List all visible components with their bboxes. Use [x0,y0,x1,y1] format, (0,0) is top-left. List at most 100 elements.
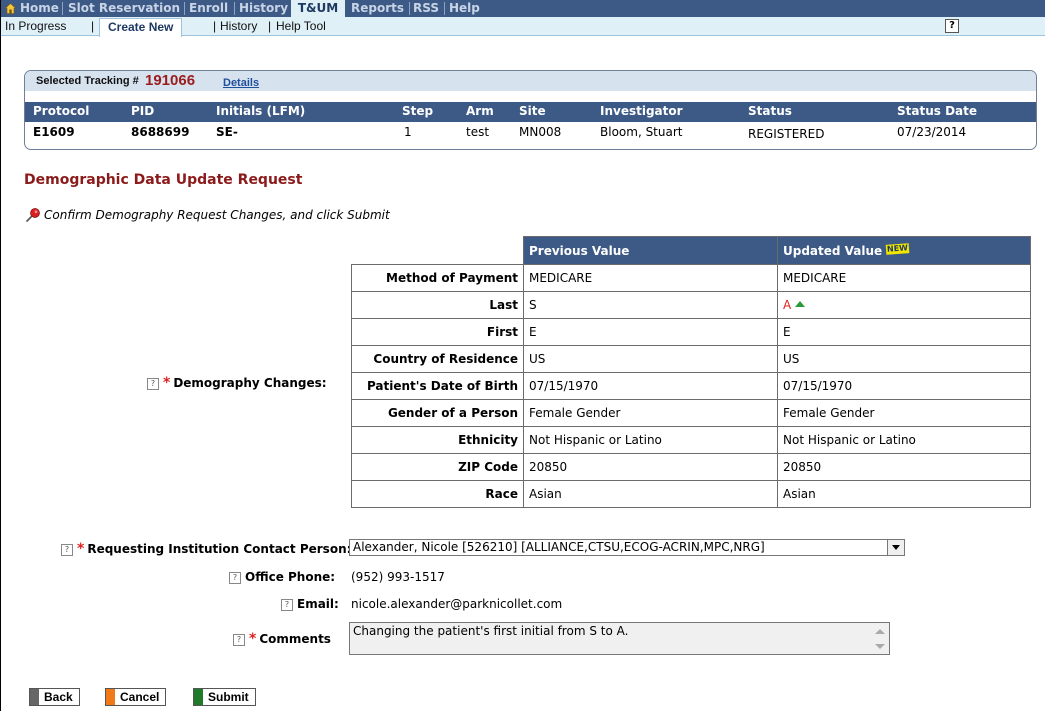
col-site: Site [519,104,546,118]
col-status-date: Status Date [897,104,978,118]
row-previous-value: Not Hispanic or Latino [523,426,778,454]
cancel-button[interactable]: Cancel [105,688,167,706]
subtab-separator: | [268,19,272,33]
sub-nav: In Progress | Create New | History | Hel… [1,17,1045,37]
details-link[interactable]: Details [223,77,259,89]
demography-label: ? * Demography Changes: [147,375,327,391]
value-arm: test [466,125,490,139]
updated-value-text: E [783,325,791,339]
value-site: MN008 [519,125,562,139]
tracking-panel: Selected Tracking # 191066 Details Proto… [24,70,1037,150]
top-nav: Home Slot Reservation Enroll History T&U… [1,0,1045,17]
comments-textarea[interactable]: Changing the patient's first initial fro… [349,622,890,655]
back-button-stripe [30,689,39,705]
required-star: * [249,631,257,647]
tab-history[interactable]: History [239,0,288,17]
value-pid: 8688699 [131,125,190,139]
updated-value-text: MEDICARE [783,271,847,285]
tracking-number: 191066 [145,72,196,89]
table-row: First E E [351,318,1031,346]
value-protocol: E1609 [33,125,75,139]
row-updated-value: Female Gender [777,399,1031,427]
tracking-label: Selected Tracking # [36,75,139,87]
col-protocol: Protocol [33,104,90,118]
table-corner [351,236,524,265]
tab-rss[interactable]: RSS [413,0,439,17]
subtab-separator: | [213,19,217,33]
chevron-down-icon[interactable] [887,540,904,555]
col-updated-value: Updated Value NEW [777,236,1031,265]
cancel-button-stripe [106,689,115,705]
office-phone-value: (952) 993-1517 [351,570,445,584]
comments-label: ? * Comments [233,631,331,647]
scroll-up-icon[interactable] [875,629,885,634]
row-previous-value: 20850 [523,453,778,481]
help-question-icon[interactable]: ? [233,634,245,646]
table-row: Patient's Date of Birth 07/15/1970 07/15/1… [351,372,1031,400]
submit-button[interactable]: Submit [193,688,256,706]
new-badge-icon: NEW [886,242,910,255]
subtab-history[interactable]: History [220,19,257,33]
tab-separator [444,2,445,15]
updated-value-text: Female Gender [783,406,875,420]
help-question-icon[interactable]: ? [229,572,241,584]
col-investigator: Investigator [600,104,683,118]
contact-label: ? * Requesting Institution Contact Person: [61,541,351,557]
tab-separator [184,2,185,15]
tracking-header: Selected Tracking # 191066 Details [25,71,1036,91]
table-row: Method of Payment MEDICARE MEDICARE [351,264,1031,292]
contact-person-select[interactable]: Alexander, Nicole [526210] [ALLIANCE,CTS… [349,539,905,556]
demography-table: Previous Value Updated Value NEW Method … [351,236,1031,508]
updated-value-text: A [783,298,792,312]
tab-reports[interactable]: Reports [351,0,404,17]
submit-button-stripe [194,689,203,705]
help-question-icon[interactable]: ? [147,378,159,390]
table-row: Race Asian Asian [351,480,1031,508]
subtab-create-new[interactable]: Create New [99,18,183,37]
instruction-text: Confirm Demography Request Changes, and … [44,208,390,222]
col-status: Status [748,104,792,118]
back-button[interactable]: Back [29,688,80,706]
value-initials: SE- [216,125,238,139]
table-row: Last S A [351,291,1031,319]
row-previous-value: E [523,318,778,346]
tab-tum[interactable]: T&UM [291,0,345,17]
row-field-label: Method of Payment [351,264,524,292]
home-icon[interactable] [5,3,16,14]
help-question-icon[interactable]: ? [61,544,73,556]
table-row: Country of Residence US US [351,345,1031,373]
row-field-label: Patient's Date of Birth [351,372,524,400]
scroll-down-icon[interactable] [875,644,885,649]
help-icon[interactable]: ? [945,19,959,33]
row-field-label: Gender of a Person [351,399,524,427]
value-step: 1 [404,125,412,139]
row-previous-value: Female Gender [523,399,778,427]
row-updated-value: Asian [777,480,1031,508]
tab-slot-reservation[interactable]: Slot Reservation [68,0,180,17]
row-field-label: Ethnicity [351,426,524,454]
tab-home[interactable]: Home [20,0,59,17]
row-updated-value: MEDICARE [777,264,1031,292]
email-value: nicole.alexander@parknicollet.com [351,597,563,611]
pushpin-icon [25,208,40,223]
tab-enroll[interactable]: Enroll [189,0,228,17]
help-question-icon[interactable]: ? [281,599,293,611]
updated-value-text: Asian [783,487,816,501]
col-step: Step [402,104,434,118]
tab-separator [62,2,63,15]
col-pid: PID [131,104,155,118]
col-arm: Arm [466,104,494,118]
changed-arrow-icon [795,301,806,307]
required-star: * [77,541,85,557]
row-updated-value: 20850 [777,453,1031,481]
updated-value-text: 07/15/1970 [783,379,853,393]
row-updated-value: US [777,345,1031,373]
subtab-in-progress[interactable]: In Progress [5,19,66,33]
subtab-separator: | [91,19,95,33]
subtab-help-tool[interactable]: Help Tool [276,19,326,33]
contact-selected-value: Alexander, Nicole [526210] [ALLIANCE,CTS… [353,540,765,554]
tab-separator [234,2,235,15]
comments-text: Changing the patient's first initial fro… [353,624,629,638]
row-previous-value: 07/15/1970 [523,372,778,400]
tab-help[interactable]: Help [449,0,480,17]
